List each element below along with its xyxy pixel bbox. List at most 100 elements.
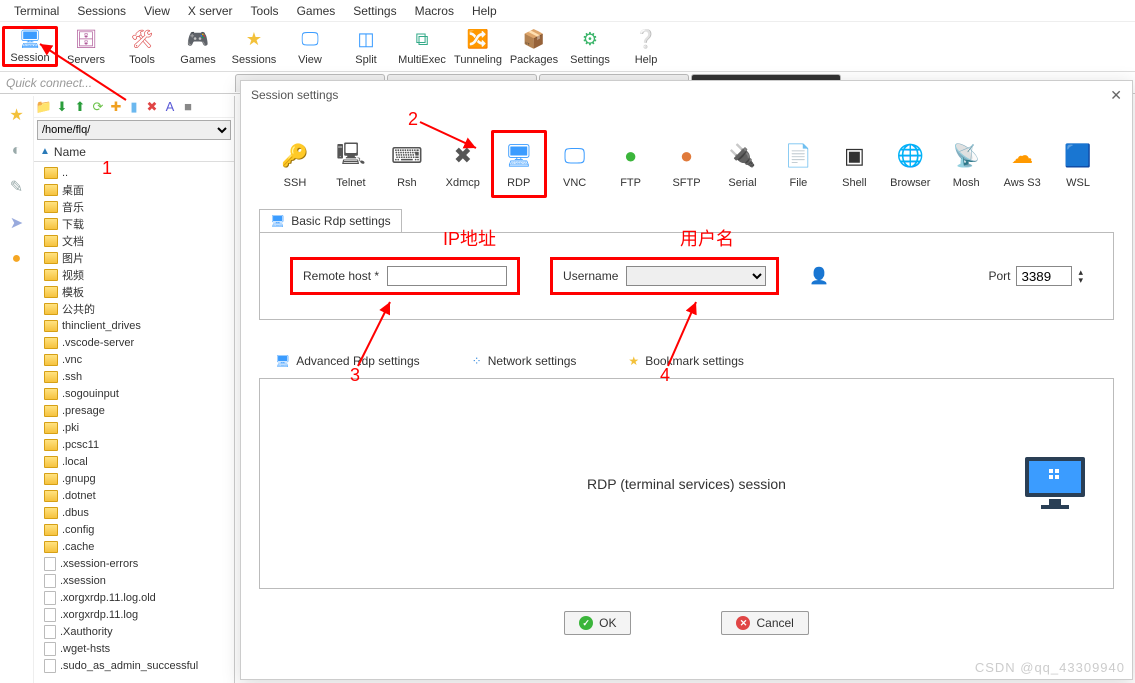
tree-header[interactable]: ▲ Name [34,142,234,162]
session-type-file[interactable]: 📄File [770,139,826,189]
toolbar-games[interactable]: 🎮Games [170,26,226,67]
toolbar-tunneling[interactable]: 🔀Tunneling [450,26,506,67]
session-type-aws-s3[interactable]: ☁Aws S3 [994,139,1050,189]
toolbar-session[interactable]: 🖥Session [2,26,58,67]
session-type-mosh[interactable]: 📡Mosh [938,139,994,189]
file-tree[interactable]: ..桌面音乐下载文档图片视频模板公共的thinclient_drives.vsc… [34,162,234,683]
session-type-rdp[interactable]: 🖥RDP [491,130,547,198]
tree-item[interactable]: .config [34,521,234,538]
tree-item[interactable]: .sogouinput [34,385,234,402]
path-dropdown[interactable]: /home/flq/ [37,120,231,140]
close-icon[interactable]: ✕ [1110,87,1122,104]
tree-item[interactable]: .gnupg [34,470,234,487]
path-selector[interactable]: /home/flq/ [37,120,231,140]
tree-item[interactable]: .presage [34,402,234,419]
tree-item[interactable]: .sudo_as_admin_successful [34,657,234,674]
port-stepper-icon[interactable]: ▴▾ [1078,268,1083,284]
menu-help[interactable]: Help [464,2,505,20]
menu-settings[interactable]: Settings [345,2,404,20]
tree-item[interactable]: .xsession-errors [34,555,234,572]
refresh-icon[interactable]: ⟳ [90,99,106,115]
username-select[interactable] [626,266,766,286]
menu-x-server[interactable]: X server [180,2,241,20]
basic-rdp-tab[interactable]: 🖥 Basic Rdp settings [259,209,402,232]
tab-network-settings[interactable]: ⁘ Network settings [466,350,583,372]
tree-item[interactable]: .pcsc11 [34,436,234,453]
info-icon[interactable]: ■ [180,99,196,115]
tree-item[interactable]: .vnc [34,351,234,368]
tree-item[interactable]: 视频 [34,266,234,283]
delete-icon[interactable]: ✖ [144,99,160,115]
new-folder-icon[interactable]: ✚ [108,99,124,115]
tree-item[interactable]: .xorgxrdp.11.log.old [34,589,234,606]
tree-item[interactable]: .dotnet [34,487,234,504]
session-type-telnet[interactable]: 🖳Telnet [323,139,379,189]
toolbar-tools[interactable]: 🛠Tools [114,26,170,67]
folder-icon[interactable]: 📁 [36,99,52,115]
toolbar-settings[interactable]: ⚙Settings [562,26,618,67]
session-type-ftp[interactable]: ●FTP [603,139,659,189]
star-icon[interactable]: ★ [6,104,28,126]
tab-bookmark-settings[interactable]: ★ Bookmark settings [622,350,749,372]
tree-item[interactable]: .xsession [34,572,234,589]
file-icon [44,591,56,605]
session-type-wsl[interactable]: 🟦WSL [1050,139,1106,189]
font-icon[interactable]: A [162,99,178,115]
tree-item[interactable]: 下载 [34,215,234,232]
tree-item[interactable]: .dbus [34,504,234,521]
cancel-button[interactable]: ✕ Cancel [721,611,808,635]
tree-item[interactable]: 文档 [34,232,234,249]
port-input[interactable] [1016,266,1072,286]
menu-tools[interactable]: Tools [243,2,287,20]
session-type-serial[interactable]: 🔌Serial [715,139,771,189]
toolbar-split[interactable]: ◫Split [338,26,394,67]
tree-item[interactable]: 模板 [34,283,234,300]
toolbar-sessions[interactable]: ★Sessions [226,26,282,67]
menu-macros[interactable]: Macros [407,2,462,20]
download-icon[interactable]: ⬇ [54,99,70,115]
user-icon[interactable]: 👤 [809,266,829,286]
tree-item[interactable]: .Xauthority [34,623,234,640]
session-type-shell[interactable]: ▣Shell [826,139,882,189]
toolbar-servers[interactable]: 🗄Servers [58,26,114,67]
globe-tab-icon[interactable]: ◐ [6,140,28,162]
send-tab-icon[interactable]: ➤ [6,212,28,234]
session-type-rsh[interactable]: ⌨Rsh [379,139,435,189]
tree-item[interactable]: 公共的 [34,300,234,317]
menu-sessions[interactable]: Sessions [69,2,134,20]
tree-item[interactable]: 音乐 [34,198,234,215]
new-file-icon[interactable]: ▮ [126,99,142,115]
tree-item-label: .xsession [60,575,106,587]
tree-item[interactable]: .vscode-server [34,334,234,351]
toolbar-packages[interactable]: 📦Packages [506,26,562,67]
tree-item[interactable]: .ssh [34,368,234,385]
session-type-xdmcp[interactable]: ✖Xdmcp [435,139,491,189]
tree-up[interactable]: .. [34,164,234,181]
toolbar-view[interactable]: 🖵View [282,26,338,67]
menu-view[interactable]: View [136,2,178,20]
tree-item[interactable]: thinclient_drives [34,317,234,334]
earth-tab-icon[interactable]: ● [6,248,28,270]
tree-item[interactable]: .wget-hsts [34,640,234,657]
tree-item[interactable]: .xorgxrdp.11.log [34,606,234,623]
tools-tab-icon[interactable]: ✎ [6,176,28,198]
tab-advanced-rdp[interactable]: 🖥 Advanced Rdp settings [269,350,426,372]
menu-terminal[interactable]: Terminal [6,2,67,20]
session-type-vnc[interactable]: 🖵VNC [547,139,603,189]
menu-games[interactable]: Games [289,2,344,20]
toolbar-multiexec[interactable]: ⧉MultiExec [394,26,450,67]
tree-item[interactable]: .local [34,453,234,470]
tree-item[interactable]: 图片 [34,249,234,266]
tree-item[interactable]: .cache [34,538,234,555]
session-type-sftp[interactable]: ●SFTP [659,139,715,189]
quick-connect-label[interactable]: Quick connect... [0,74,235,92]
remote-host-input[interactable] [387,266,507,286]
session-type-ssh[interactable]: 🔑SSH [267,139,323,189]
toolbar-label: MultiExec [398,54,446,66]
upload-icon[interactable]: ⬆ [72,99,88,115]
tree-item[interactable]: .pki [34,419,234,436]
ok-button[interactable]: ✓ OK [564,611,631,635]
tree-item[interactable]: 桌面 [34,181,234,198]
toolbar-help[interactable]: ❔Help [618,26,674,67]
session-type-browser[interactable]: 🌐Browser [882,139,938,189]
